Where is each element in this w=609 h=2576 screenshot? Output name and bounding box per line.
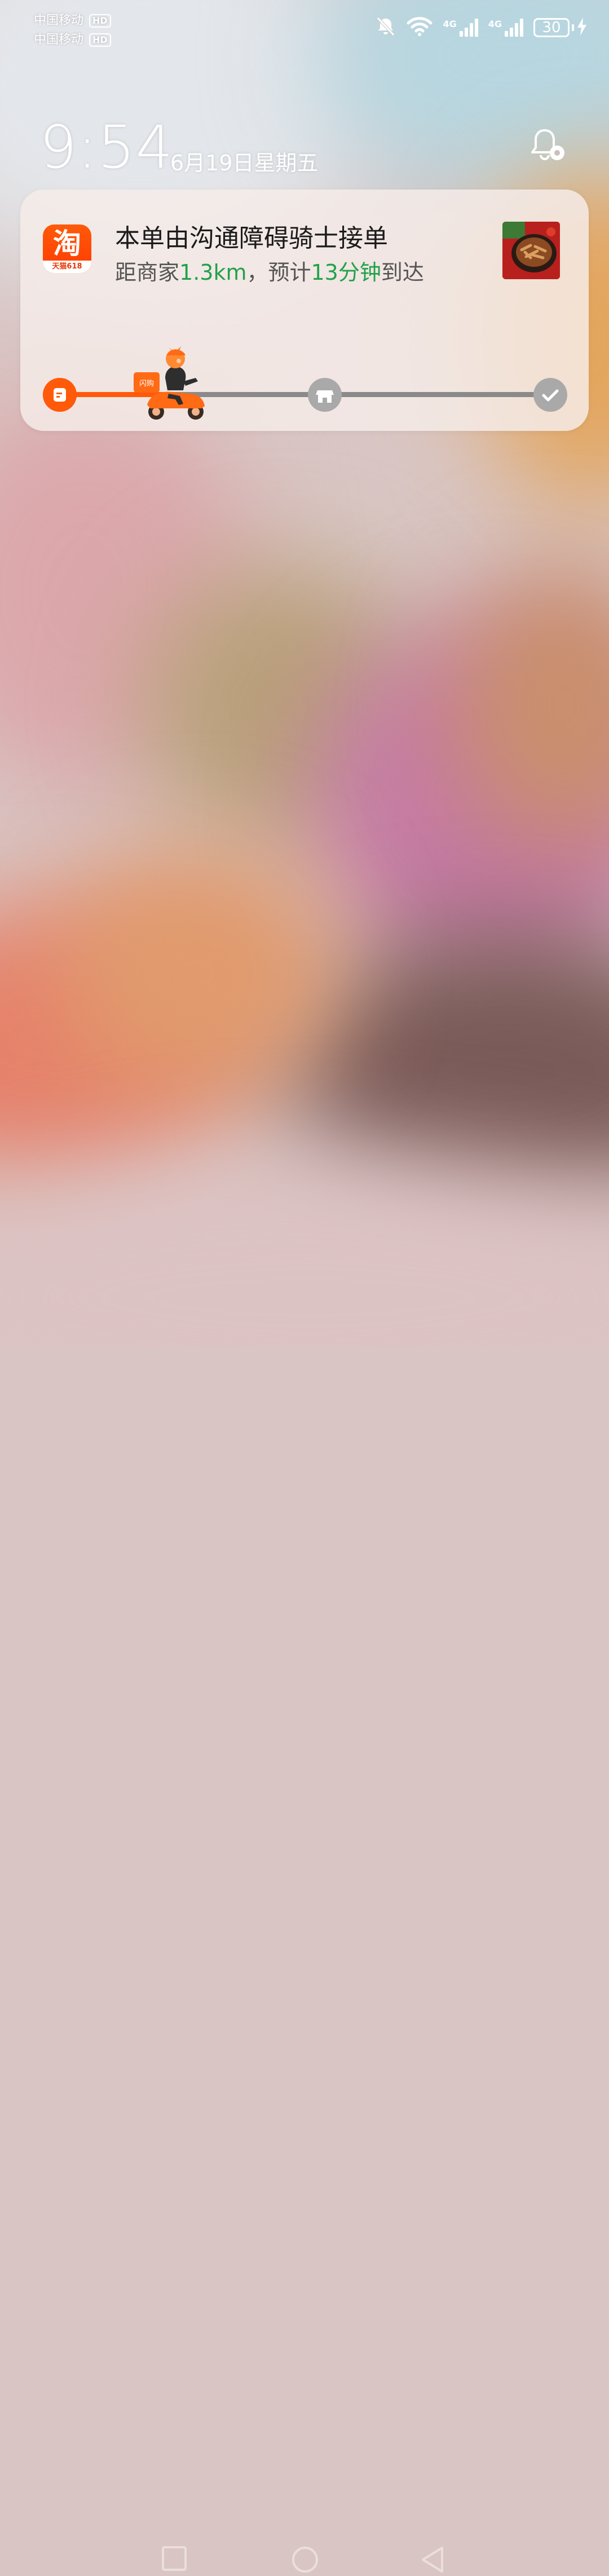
network-signal-1: 4G — [443, 19, 478, 37]
store-icon — [308, 378, 342, 412]
status-bar: 中国移动 HD 中国移动 HD 4G 4G 30 — [0, 0, 609, 62]
distance-value: 1.3km — [179, 260, 247, 285]
check-icon — [533, 378, 567, 412]
carrier-2: 中国移动 HD — [34, 32, 111, 49]
notification-title: 本单由沟通障碍骑士接单 — [115, 224, 388, 253]
order-icon — [43, 378, 77, 412]
eta-value: 13分钟 — [311, 260, 381, 285]
hd-badge: HD — [89, 14, 111, 28]
battery-indicator: 30 — [533, 17, 588, 38]
carrier-2-name: 中国移动 — [34, 33, 84, 47]
navigation-bar — [0, 1262, 609, 2573]
bell-off-icon — [375, 16, 396, 39]
circle-icon[interactable] — [291, 2546, 319, 2576]
status-icons: 4G 4G 30 — [375, 16, 588, 39]
square-icon[interactable] — [161, 2546, 187, 2574]
rider-box-label: 闪购 — [139, 379, 154, 388]
bell-settings-icon[interactable] — [528, 127, 568, 166]
food-thumbnail — [502, 222, 560, 279]
delivery-notification-card[interactable]: 淘 天猫618 本单由沟通障碍骑士接单 距商家1.3km，预计13分钟到达 闪购 — [20, 190, 589, 431]
delivery-progress-track — [43, 377, 567, 413]
lock-date: 6月19日星期五 — [170, 151, 319, 175]
progress-remaining-rail — [167, 392, 550, 397]
subtitle-middle: ，预计 — [246, 260, 311, 285]
triangle-back-icon[interactable] — [420, 2546, 445, 2576]
carrier-1-name: 中国移动 — [34, 14, 84, 28]
app-icon-caption: 天猫618 — [43, 261, 91, 273]
subtitle-prefix: 距商家 — [115, 260, 180, 285]
network-signal-2: 4G — [488, 19, 523, 37]
battery-level: 30 — [533, 18, 570, 37]
network-type-1: 4G — [443, 19, 457, 29]
subtitle-suffix: 到达 — [381, 260, 424, 285]
hd-badge: HD — [89, 33, 111, 47]
app-icon-glyph: 淘 — [53, 227, 81, 260]
lock-clock: 9:54 — [39, 113, 174, 182]
lightning-icon — [576, 17, 588, 38]
network-type-2: 4G — [488, 19, 502, 29]
wifi-icon — [407, 16, 433, 39]
notification-subtitle: 距商家1.3km，预计13分钟到达 — [115, 255, 424, 286]
carrier-1: 中国移动 HD — [34, 12, 111, 29]
taobao-app-icon: 淘 天猫618 — [43, 224, 91, 273]
scooter-rider-icon: 闪购 — [134, 342, 213, 421]
